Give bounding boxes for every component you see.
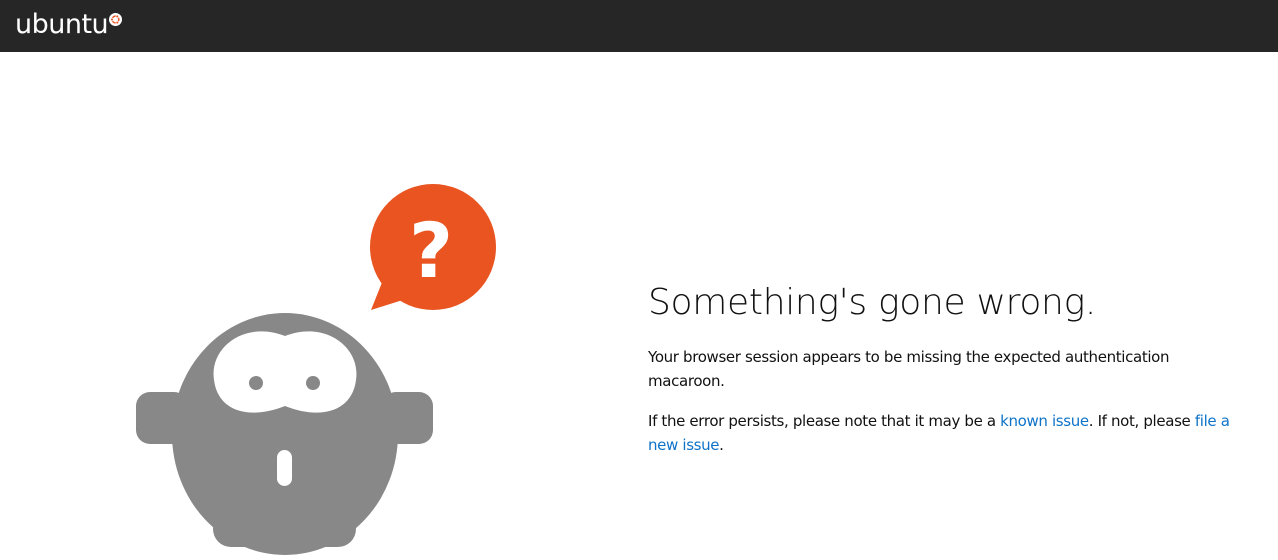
help-text-prefix: If the error persists, please note that … xyxy=(648,412,1001,430)
help-text-middle: . If not, please xyxy=(1088,412,1195,430)
ubuntu-logo-link[interactable]: ubuntu xyxy=(15,7,123,43)
error-description: Your browser session appears to be missi… xyxy=(648,348,1170,390)
eyes xyxy=(213,331,357,413)
error-help-text: If the error persists, please note that … xyxy=(648,409,1248,457)
left-pupil xyxy=(249,376,263,390)
error-page-main: ? Something's gone wrong. Your browser s… xyxy=(0,52,1278,559)
confused-creature-icon xyxy=(136,313,433,555)
right-pupil xyxy=(306,376,320,390)
help-text-suffix: . xyxy=(719,436,724,454)
page-title: Something's gone wrong. xyxy=(648,282,1097,323)
logo-wordmark: ubuntu xyxy=(15,9,109,40)
question-mark-speech-bubble-icon: ? xyxy=(370,184,496,310)
confused-creature-illustration: ? xyxy=(136,184,496,555)
question-mark-glyph: ? xyxy=(409,206,453,295)
error-message-panel: Something's gone wrong. Your browser ses… xyxy=(648,280,1248,457)
known-issue-link[interactable]: known issue xyxy=(1000,412,1089,430)
mouth xyxy=(277,450,292,486)
circle-of-friends-icon xyxy=(109,13,123,26)
top-navigation-bar: ubuntu xyxy=(0,0,1278,52)
